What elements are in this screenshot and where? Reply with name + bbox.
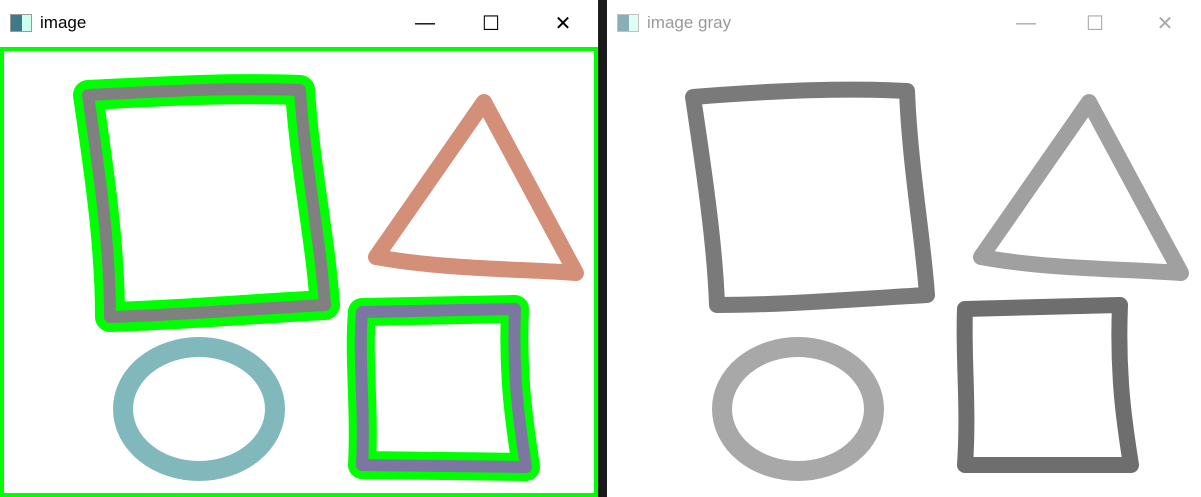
minimize-button[interactable]: — [410, 8, 440, 38]
title-bar: image gray — ☐ ✕ [607, 0, 1201, 46]
app-icon [10, 14, 32, 32]
maximize-button[interactable]: ☐ [1080, 8, 1110, 38]
maximize-button[interactable]: ☐ [476, 8, 506, 38]
close-button[interactable]: ✕ [548, 8, 578, 38]
close-button[interactable]: ✕ [1150, 8, 1180, 38]
image-gray-window: image gray — ☐ ✕ [607, 0, 1201, 497]
small-square [956, 297, 1139, 473]
minimize-button[interactable]: — [1011, 8, 1041, 38]
app-icon [617, 14, 639, 32]
large-square [685, 81, 935, 313]
image-window: image — ☐ ✕ [0, 0, 599, 497]
window-title: image [40, 13, 87, 32]
title-bar: image — ☐ ✕ [0, 0, 598, 46]
triangle [973, 94, 1189, 281]
image-canvas [0, 47, 598, 497]
circle [712, 337, 884, 481]
gray-image-canvas [685, 81, 1189, 481]
window-title: image gray [647, 13, 732, 32]
